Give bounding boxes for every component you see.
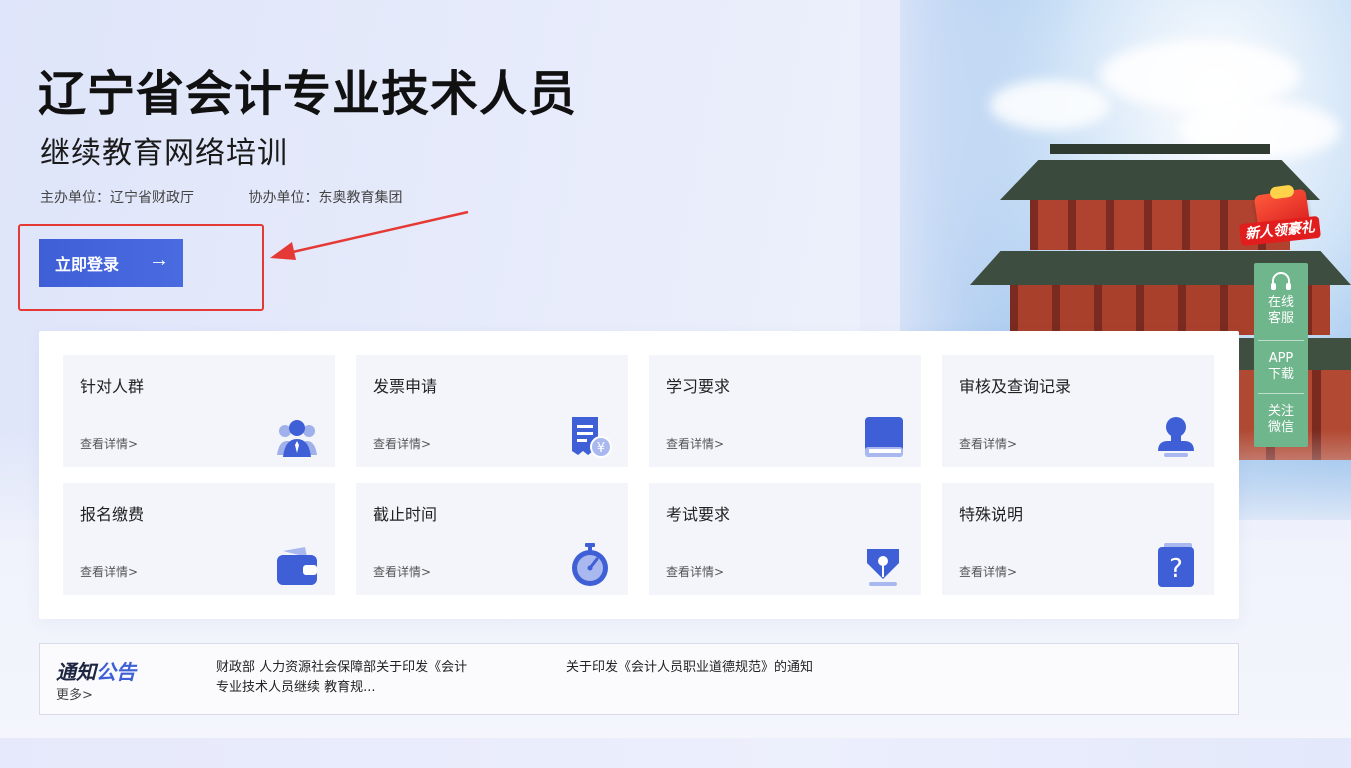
floating-sidebar: 在线 客服 APP 下载 关注 微信 (1254, 263, 1308, 447)
sidebar-item-label: 微信 (1267, 420, 1294, 435)
card-title: 学习要求 (666, 377, 731, 396)
card-detail-link[interactable]: 查看详情> (666, 435, 724, 452)
notice-item-line: 专业技术人员继续 教育规... (216, 680, 376, 695)
notice-item[interactable]: 财政部 人力资源社会保障部关于印发《会计 专业技术人员继续 教育规... (216, 658, 467, 698)
notice-more-link[interactable]: 更多> (56, 684, 93, 703)
svg-text:¥: ¥ (597, 441, 605, 456)
users-icon (277, 420, 317, 457)
card-special-notes[interactable]: 特殊说明 查看详情> ? (942, 483, 1214, 595)
notice-item[interactable]: 关于印发《会计人员职业道德规范》的通知 (566, 658, 813, 678)
question-icon: ? (1158, 543, 1194, 587)
sidebar-item-label: 客服 (1267, 311, 1294, 326)
page-title: 辽宁省会计专业技术人员 (38, 66, 578, 122)
co-host-organizer: 协办单位：东奥教育集团 (248, 190, 403, 206)
svg-text:?: ? (1169, 554, 1183, 584)
card-title: 报名缴费 (80, 505, 145, 524)
card-detail-link[interactable]: 查看详情> (373, 563, 431, 580)
sidebar-item-label: 关注 (1267, 404, 1294, 419)
gift-badge-label: 新人领豪礼 (1239, 215, 1321, 247)
sidebar-item-customer-service[interactable]: 在线 客服 (1254, 271, 1308, 327)
sidebar-item-label: 下载 (1267, 367, 1294, 382)
sidebar-item-label: 在线 (1267, 295, 1294, 310)
notice-item-line: 关于印发《会计人员职业道德规范》的通知 (566, 660, 814, 675)
card-title: 发票申请 (373, 377, 438, 396)
headset-icon (1271, 272, 1291, 290)
notice-title-b: 公告 (96, 660, 136, 684)
organizers: 主办单位：辽宁省财政厅 协办单位：东奥教育集团 (40, 187, 452, 209)
card-title: 审核及查询记录 (959, 377, 1072, 396)
card-detail-link[interactable]: 查看详情> (80, 563, 138, 580)
annotation-arrow-icon (270, 210, 469, 260)
card-deadline[interactable]: 截止时间 查看详情> (356, 483, 628, 595)
highlight-box (18, 224, 264, 311)
card-registration-payment[interactable]: 报名缴费 查看详情> (63, 483, 335, 595)
card-title: 考试要求 (666, 505, 731, 524)
card-detail-link[interactable]: 查看详情> (666, 563, 724, 580)
sidebar-item-label: APP (1268, 351, 1294, 366)
page-subtitle: 继续教育网络培训 (40, 136, 288, 171)
stopwatch-icon (572, 543, 608, 586)
notice-title-a: 通知 (56, 660, 96, 684)
card-detail-link[interactable]: 查看详情> (373, 435, 431, 452)
sidebar-item-wechat[interactable]: 关注 微信 (1254, 404, 1308, 436)
sidebar-item-app-download[interactable]: APP 下载 (1254, 351, 1308, 383)
card-title: 特殊说明 (959, 505, 1024, 524)
notice-bar: 通知公告 更多> 财政部 人力资源社会保障部关于印发《会计 专业技术人员继续 教… (39, 643, 1239, 715)
stamp-icon (1158, 417, 1194, 457)
card-target-group[interactable]: 针对人群 查看详情> (63, 355, 335, 467)
service-cards-panel: 针对人群 查看详情> 发票申请 查看详情> ¥ 学习要求 查看详情> 审核及查询… (39, 331, 1239, 619)
card-detail-link[interactable]: 查看详情> (80, 435, 138, 452)
card-title: 针对人群 (80, 377, 145, 396)
card-detail-link[interactable]: 查看详情> (959, 563, 1017, 580)
notice-title: 通知公告 (56, 656, 136, 685)
wallet-icon (277, 547, 317, 585)
card-title: 截止时间 (373, 505, 438, 524)
card-exam-requirements[interactable]: 考试要求 查看详情> (649, 483, 921, 595)
new-user-gift-badge[interactable]: 新人领豪礼 (1239, 184, 1321, 252)
host-organizer: 主办单位：辽宁省财政厅 (40, 190, 194, 206)
book-icon (865, 417, 903, 457)
card-detail-link[interactable]: 查看详情> (959, 435, 1017, 452)
card-invoice[interactable]: 发票申请 查看详情> ¥ (356, 355, 628, 467)
cloud (990, 80, 1110, 130)
notice-item-line: 财政部 人力资源社会保障部关于印发《会计 (216, 660, 468, 675)
footer-band (0, 738, 1351, 768)
pen-nib-icon (867, 549, 899, 586)
invoice-icon: ¥ (572, 417, 612, 458)
card-review-records[interactable]: 审核及查询记录 查看详情> (942, 355, 1214, 467)
card-study-requirements[interactable]: 学习要求 查看详情> (649, 355, 921, 467)
